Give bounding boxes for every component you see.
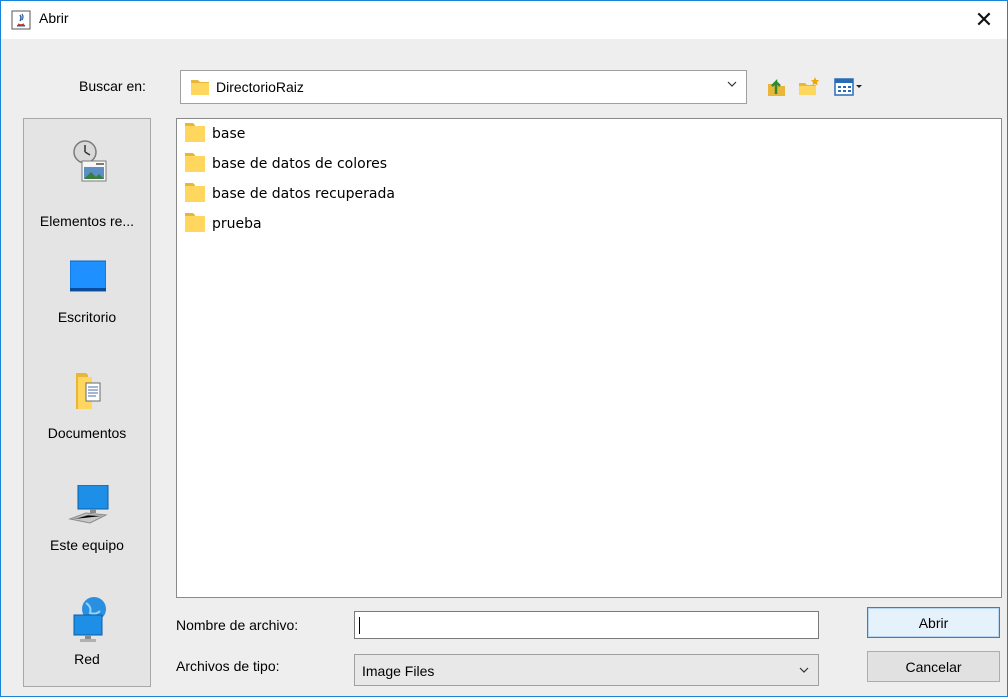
- sidebar-item-documents[interactable]: Documentos: [24, 371, 150, 471]
- file-type-combo[interactable]: Image Files: [354, 654, 819, 686]
- text-caret: [359, 617, 360, 634]
- open-dialog: Abrir ✕ Buscar en: DirectorioRaiz Elemen…: [0, 0, 1008, 697]
- file-type-label: Archivos de tipo:: [176, 658, 280, 674]
- close-icon[interactable]: ✕: [961, 1, 1007, 39]
- computer-icon: [66, 484, 112, 525]
- new-folder-icon[interactable]: [796, 74, 822, 100]
- sidebar-item-desktop[interactable]: Escritorio: [24, 259, 150, 359]
- look-in-combo[interactable]: DirectorioRaiz: [180, 70, 747, 104]
- open-button[interactable]: Abrir: [867, 607, 1000, 638]
- file-list[interactable]: base base de datos de colores base de da…: [176, 118, 1002, 598]
- folder-icon: [190, 77, 210, 101]
- list-item[interactable]: base: [185, 122, 245, 146]
- look-in-value: DirectorioRaiz: [216, 79, 304, 95]
- folder-icon: [185, 151, 205, 177]
- java-app-icon: [11, 10, 31, 30]
- file-name-label: Nombre de archivo:: [176, 617, 299, 633]
- network-icon: [68, 597, 112, 642]
- cancel-button[interactable]: Cancelar: [867, 651, 1000, 682]
- look-in-label: Buscar en:: [79, 78, 146, 94]
- file-name: base de datos recuperada: [212, 186, 395, 202]
- sidebar-item-label: Este equipo: [50, 537, 124, 553]
- list-item[interactable]: prueba: [185, 212, 262, 236]
- file-name-input[interactable]: [354, 611, 819, 639]
- sidebar-item-label: Elementos re...: [39, 213, 135, 229]
- list-item[interactable]: base de datos de colores: [185, 152, 387, 176]
- window-title: Abrir: [39, 10, 69, 26]
- folder-icon: [185, 121, 205, 147]
- sidebar-item-label: Escritorio: [57, 309, 117, 325]
- desktop-icon: [69, 259, 107, 299]
- recent-items-icon: [69, 139, 109, 182]
- up-one-level-icon[interactable]: [764, 74, 790, 100]
- places-sidebar: Elementos re... Escritorio Documentos Es…: [23, 118, 151, 687]
- file-name: base de datos de colores: [212, 156, 388, 172]
- sidebar-item-label: Documentos: [47, 425, 127, 441]
- folder-icon: [185, 211, 205, 237]
- sidebar-item-computer[interactable]: Este equipo: [24, 484, 150, 585]
- chevron-down-icon[interactable]: [726, 78, 738, 94]
- title-bar[interactable]: Abrir ✕: [1, 1, 1007, 39]
- view-menu-icon[interactable]: [833, 74, 869, 100]
- folder-icon: [185, 181, 205, 207]
- file-type-value: Image Files: [362, 663, 435, 679]
- sidebar-item-recent[interactable]: Elementos re...: [24, 139, 150, 239]
- documents-icon: [76, 371, 106, 411]
- sidebar-item-network[interactable]: Red: [24, 597, 150, 697]
- sidebar-item-label: Red: [74, 651, 100, 667]
- chevron-down-icon[interactable]: [798, 664, 810, 680]
- file-name: prueba: [212, 216, 262, 232]
- list-item[interactable]: base de datos recuperada: [185, 182, 395, 206]
- file-name: base: [212, 126, 246, 142]
